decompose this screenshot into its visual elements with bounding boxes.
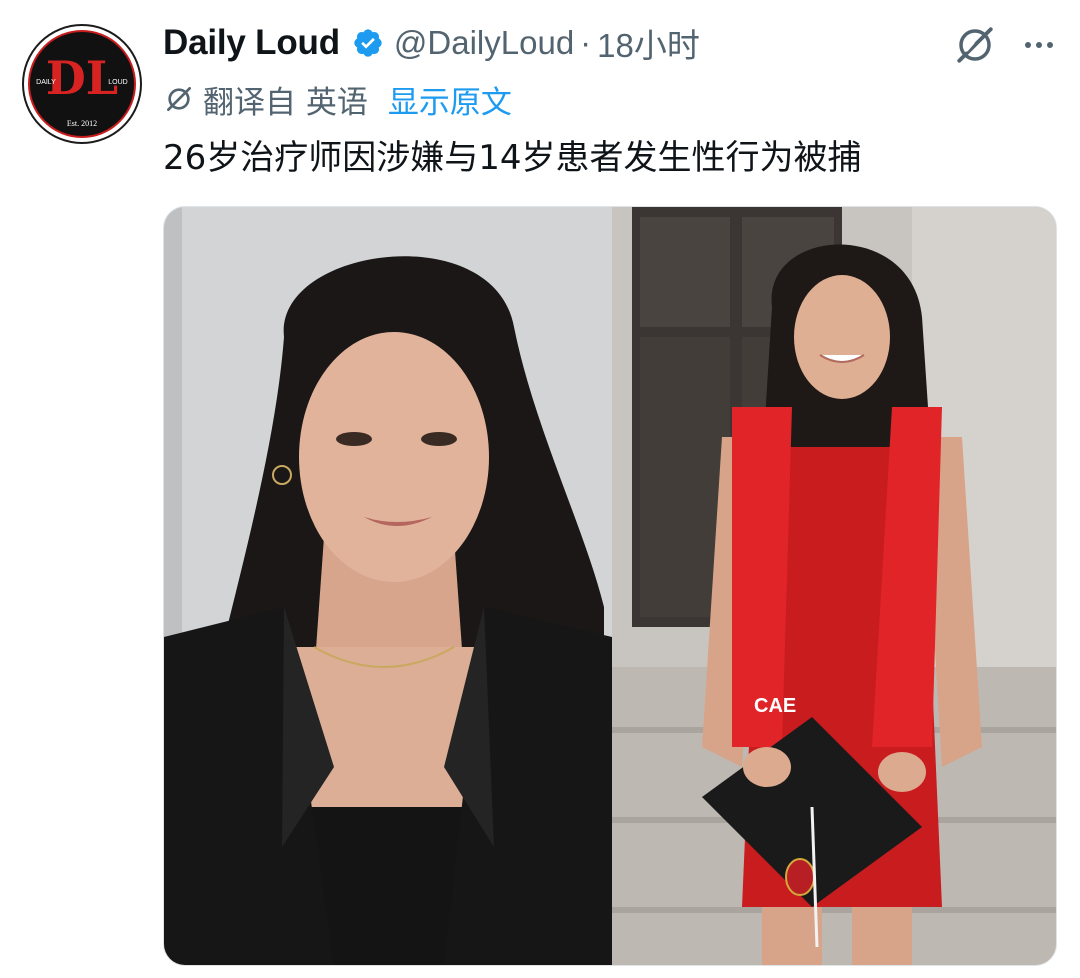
logo-left-text: DAILY — [36, 79, 56, 86]
logo-initials: DL — [46, 51, 118, 105]
tweet-text: 26岁治疗师因涉嫌与14岁患者发生性行为被捕 — [163, 138, 862, 178]
logo-right-text: LOUD — [108, 79, 127, 86]
translation-row: 翻译自 英语 显示原文 — [163, 77, 512, 122]
tweet-timestamp[interactable]: 18小时 — [597, 19, 700, 67]
author-handle[interactable]: @DailyLoud — [394, 24, 574, 62]
author-display-name[interactable]: Daily Loud — [163, 23, 340, 63]
tweet-media[interactable]: CAE — [163, 206, 1057, 966]
media-photo-right[interactable]: CAE — [612, 207, 1056, 965]
verified-badge-icon — [354, 29, 382, 57]
more-icon[interactable] — [1020, 26, 1058, 64]
grok-icon[interactable] — [954, 24, 996, 66]
header-separator: · — [580, 24, 592, 61]
translated-from-label: 翻译自 英语 — [203, 84, 368, 121]
photo-woman-graduation-red: CAE — [612, 207, 1056, 965]
tweet-actions-top — [954, 24, 1058, 66]
photo-woman-black-blazer — [164, 207, 612, 965]
tweet-header: Daily Loud @DailyLoud · 18小时 — [163, 20, 700, 66]
media-photo-left[interactable] — [164, 207, 612, 965]
translate-icon — [167, 87, 191, 111]
daily-loud-logo: DL DAILY LOUD Est. 2012 — [28, 30, 136, 138]
author-avatar[interactable]: DL DAILY LOUD Est. 2012 — [22, 24, 142, 144]
logo-est-text: Est. 2012 — [67, 119, 97, 128]
show-original-link[interactable]: 显示原文 — [388, 77, 512, 122]
stole-text: CAE — [754, 695, 796, 717]
daily-loud-logo-graphic: DL DAILY LOUD Est. 2012 — [36, 51, 128, 128]
